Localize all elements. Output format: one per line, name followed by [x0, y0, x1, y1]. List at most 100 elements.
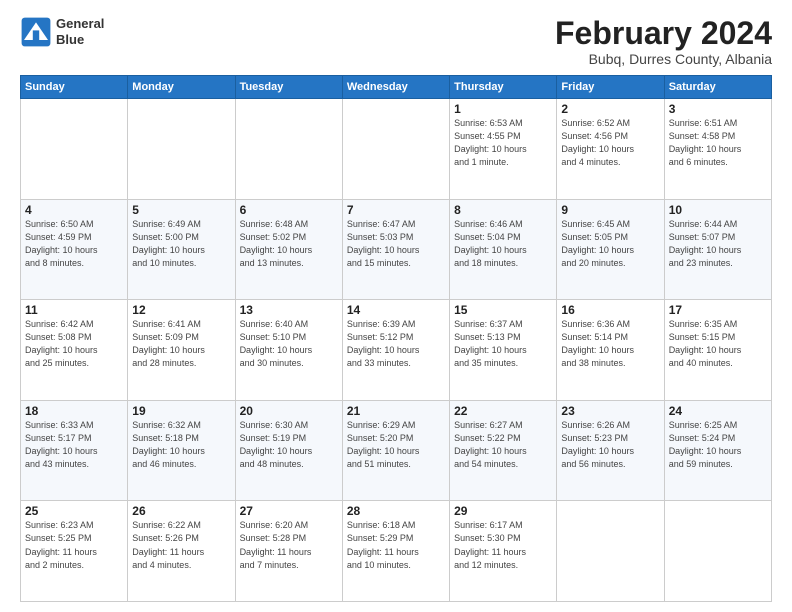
calendar-cell — [664, 501, 771, 602]
calendar-cell: 3Sunrise: 6:51 AM Sunset: 4:58 PM Daylig… — [664, 99, 771, 200]
calendar-cell: 18Sunrise: 6:33 AM Sunset: 5:17 PM Dayli… — [21, 400, 128, 501]
calendar-week-1: 1Sunrise: 6:53 AM Sunset: 4:55 PM Daylig… — [21, 99, 772, 200]
calendar-cell: 28Sunrise: 6:18 AM Sunset: 5:29 PM Dayli… — [342, 501, 449, 602]
day-number: 21 — [347, 404, 445, 418]
day-number: 12 — [132, 303, 230, 317]
calendar-table: Sunday Monday Tuesday Wednesday Thursday… — [20, 75, 772, 602]
day-number: 15 — [454, 303, 552, 317]
day-info: Sunrise: 6:22 AM Sunset: 5:26 PM Dayligh… — [132, 519, 230, 571]
calendar-cell: 15Sunrise: 6:37 AM Sunset: 5:13 PM Dayli… — [450, 300, 557, 401]
header: General Blue February 2024 Bubq, Durres … — [20, 16, 772, 67]
calendar-cell: 26Sunrise: 6:22 AM Sunset: 5:26 PM Dayli… — [128, 501, 235, 602]
calendar-cell — [128, 99, 235, 200]
day-number: 24 — [669, 404, 767, 418]
calendar-cell — [557, 501, 664, 602]
day-info: Sunrise: 6:40 AM Sunset: 5:10 PM Dayligh… — [240, 318, 338, 370]
col-saturday: Saturday — [664, 76, 771, 99]
day-number: 18 — [25, 404, 123, 418]
calendar-cell: 17Sunrise: 6:35 AM Sunset: 5:15 PM Dayli… — [664, 300, 771, 401]
day-info: Sunrise: 6:42 AM Sunset: 5:08 PM Dayligh… — [25, 318, 123, 370]
day-number: 27 — [240, 504, 338, 518]
day-info: Sunrise: 6:48 AM Sunset: 5:02 PM Dayligh… — [240, 218, 338, 270]
calendar-header-row: Sunday Monday Tuesday Wednesday Thursday… — [21, 76, 772, 99]
day-number: 25 — [25, 504, 123, 518]
col-monday: Monday — [128, 76, 235, 99]
day-info: Sunrise: 6:32 AM Sunset: 5:18 PM Dayligh… — [132, 419, 230, 471]
col-sunday: Sunday — [21, 76, 128, 99]
day-info: Sunrise: 6:23 AM Sunset: 5:25 PM Dayligh… — [25, 519, 123, 571]
day-number: 1 — [454, 102, 552, 116]
calendar-cell — [235, 99, 342, 200]
day-number: 19 — [132, 404, 230, 418]
day-info: Sunrise: 6:25 AM Sunset: 5:24 PM Dayligh… — [669, 419, 767, 471]
calendar-cell: 14Sunrise: 6:39 AM Sunset: 5:12 PM Dayli… — [342, 300, 449, 401]
calendar-cell: 9Sunrise: 6:45 AM Sunset: 5:05 PM Daylig… — [557, 199, 664, 300]
calendar-cell: 5Sunrise: 6:49 AM Sunset: 5:00 PM Daylig… — [128, 199, 235, 300]
day-info: Sunrise: 6:39 AM Sunset: 5:12 PM Dayligh… — [347, 318, 445, 370]
calendar-cell: 24Sunrise: 6:25 AM Sunset: 5:24 PM Dayli… — [664, 400, 771, 501]
title-month: February 2024 — [555, 16, 772, 51]
day-number: 22 — [454, 404, 552, 418]
day-info: Sunrise: 6:27 AM Sunset: 5:22 PM Dayligh… — [454, 419, 552, 471]
day-info: Sunrise: 6:29 AM Sunset: 5:20 PM Dayligh… — [347, 419, 445, 471]
day-number: 2 — [561, 102, 659, 116]
calendar-cell: 22Sunrise: 6:27 AM Sunset: 5:22 PM Dayli… — [450, 400, 557, 501]
title-block: February 2024 Bubq, Durres County, Alban… — [555, 16, 772, 67]
day-info: Sunrise: 6:33 AM Sunset: 5:17 PM Dayligh… — [25, 419, 123, 471]
day-number: 26 — [132, 504, 230, 518]
day-info: Sunrise: 6:47 AM Sunset: 5:03 PM Dayligh… — [347, 218, 445, 270]
logo: General Blue — [20, 16, 104, 48]
day-number: 7 — [347, 203, 445, 217]
calendar-cell: 7Sunrise: 6:47 AM Sunset: 5:03 PM Daylig… — [342, 199, 449, 300]
day-info: Sunrise: 6:45 AM Sunset: 5:05 PM Dayligh… — [561, 218, 659, 270]
calendar-cell: 8Sunrise: 6:46 AM Sunset: 5:04 PM Daylig… — [450, 199, 557, 300]
page: General Blue February 2024 Bubq, Durres … — [0, 0, 792, 612]
day-number: 8 — [454, 203, 552, 217]
day-number: 29 — [454, 504, 552, 518]
day-info: Sunrise: 6:41 AM Sunset: 5:09 PM Dayligh… — [132, 318, 230, 370]
day-info: Sunrise: 6:17 AM Sunset: 5:30 PM Dayligh… — [454, 519, 552, 571]
day-number: 5 — [132, 203, 230, 217]
calendar-cell: 19Sunrise: 6:32 AM Sunset: 5:18 PM Dayli… — [128, 400, 235, 501]
day-number: 23 — [561, 404, 659, 418]
col-friday: Friday — [557, 76, 664, 99]
col-thursday: Thursday — [450, 76, 557, 99]
col-wednesday: Wednesday — [342, 76, 449, 99]
logo-line1: General — [56, 16, 104, 32]
calendar-cell: 21Sunrise: 6:29 AM Sunset: 5:20 PM Dayli… — [342, 400, 449, 501]
logo-line2: Blue — [56, 32, 104, 48]
day-info: Sunrise: 6:35 AM Sunset: 5:15 PM Dayligh… — [669, 318, 767, 370]
calendar-cell: 27Sunrise: 6:20 AM Sunset: 5:28 PM Dayli… — [235, 501, 342, 602]
calendar-cell: 16Sunrise: 6:36 AM Sunset: 5:14 PM Dayli… — [557, 300, 664, 401]
day-number: 4 — [25, 203, 123, 217]
calendar-cell: 29Sunrise: 6:17 AM Sunset: 5:30 PM Dayli… — [450, 501, 557, 602]
calendar-cell — [342, 99, 449, 200]
day-info: Sunrise: 6:53 AM Sunset: 4:55 PM Dayligh… — [454, 117, 552, 169]
day-number: 13 — [240, 303, 338, 317]
calendar-week-4: 18Sunrise: 6:33 AM Sunset: 5:17 PM Dayli… — [21, 400, 772, 501]
day-info: Sunrise: 6:44 AM Sunset: 5:07 PM Dayligh… — [669, 218, 767, 270]
day-number: 16 — [561, 303, 659, 317]
day-number: 6 — [240, 203, 338, 217]
col-tuesday: Tuesday — [235, 76, 342, 99]
logo-text: General Blue — [56, 16, 104, 47]
day-info: Sunrise: 6:30 AM Sunset: 5:19 PM Dayligh… — [240, 419, 338, 471]
day-info: Sunrise: 6:51 AM Sunset: 4:58 PM Dayligh… — [669, 117, 767, 169]
day-number: 10 — [669, 203, 767, 217]
calendar-cell: 20Sunrise: 6:30 AM Sunset: 5:19 PM Dayli… — [235, 400, 342, 501]
day-info: Sunrise: 6:46 AM Sunset: 5:04 PM Dayligh… — [454, 218, 552, 270]
calendar-cell: 25Sunrise: 6:23 AM Sunset: 5:25 PM Dayli… — [21, 501, 128, 602]
day-number: 9 — [561, 203, 659, 217]
calendar-cell: 4Sunrise: 6:50 AM Sunset: 4:59 PM Daylig… — [21, 199, 128, 300]
day-info: Sunrise: 6:49 AM Sunset: 5:00 PM Dayligh… — [132, 218, 230, 270]
day-number: 14 — [347, 303, 445, 317]
calendar-cell: 23Sunrise: 6:26 AM Sunset: 5:23 PM Dayli… — [557, 400, 664, 501]
calendar-week-3: 11Sunrise: 6:42 AM Sunset: 5:08 PM Dayli… — [21, 300, 772, 401]
day-info: Sunrise: 6:37 AM Sunset: 5:13 PM Dayligh… — [454, 318, 552, 370]
calendar-week-5: 25Sunrise: 6:23 AM Sunset: 5:25 PM Dayli… — [21, 501, 772, 602]
calendar-cell: 2Sunrise: 6:52 AM Sunset: 4:56 PM Daylig… — [557, 99, 664, 200]
calendar-cell: 13Sunrise: 6:40 AM Sunset: 5:10 PM Dayli… — [235, 300, 342, 401]
day-info: Sunrise: 6:52 AM Sunset: 4:56 PM Dayligh… — [561, 117, 659, 169]
calendar-week-2: 4Sunrise: 6:50 AM Sunset: 4:59 PM Daylig… — [21, 199, 772, 300]
logo-icon — [20, 16, 52, 48]
